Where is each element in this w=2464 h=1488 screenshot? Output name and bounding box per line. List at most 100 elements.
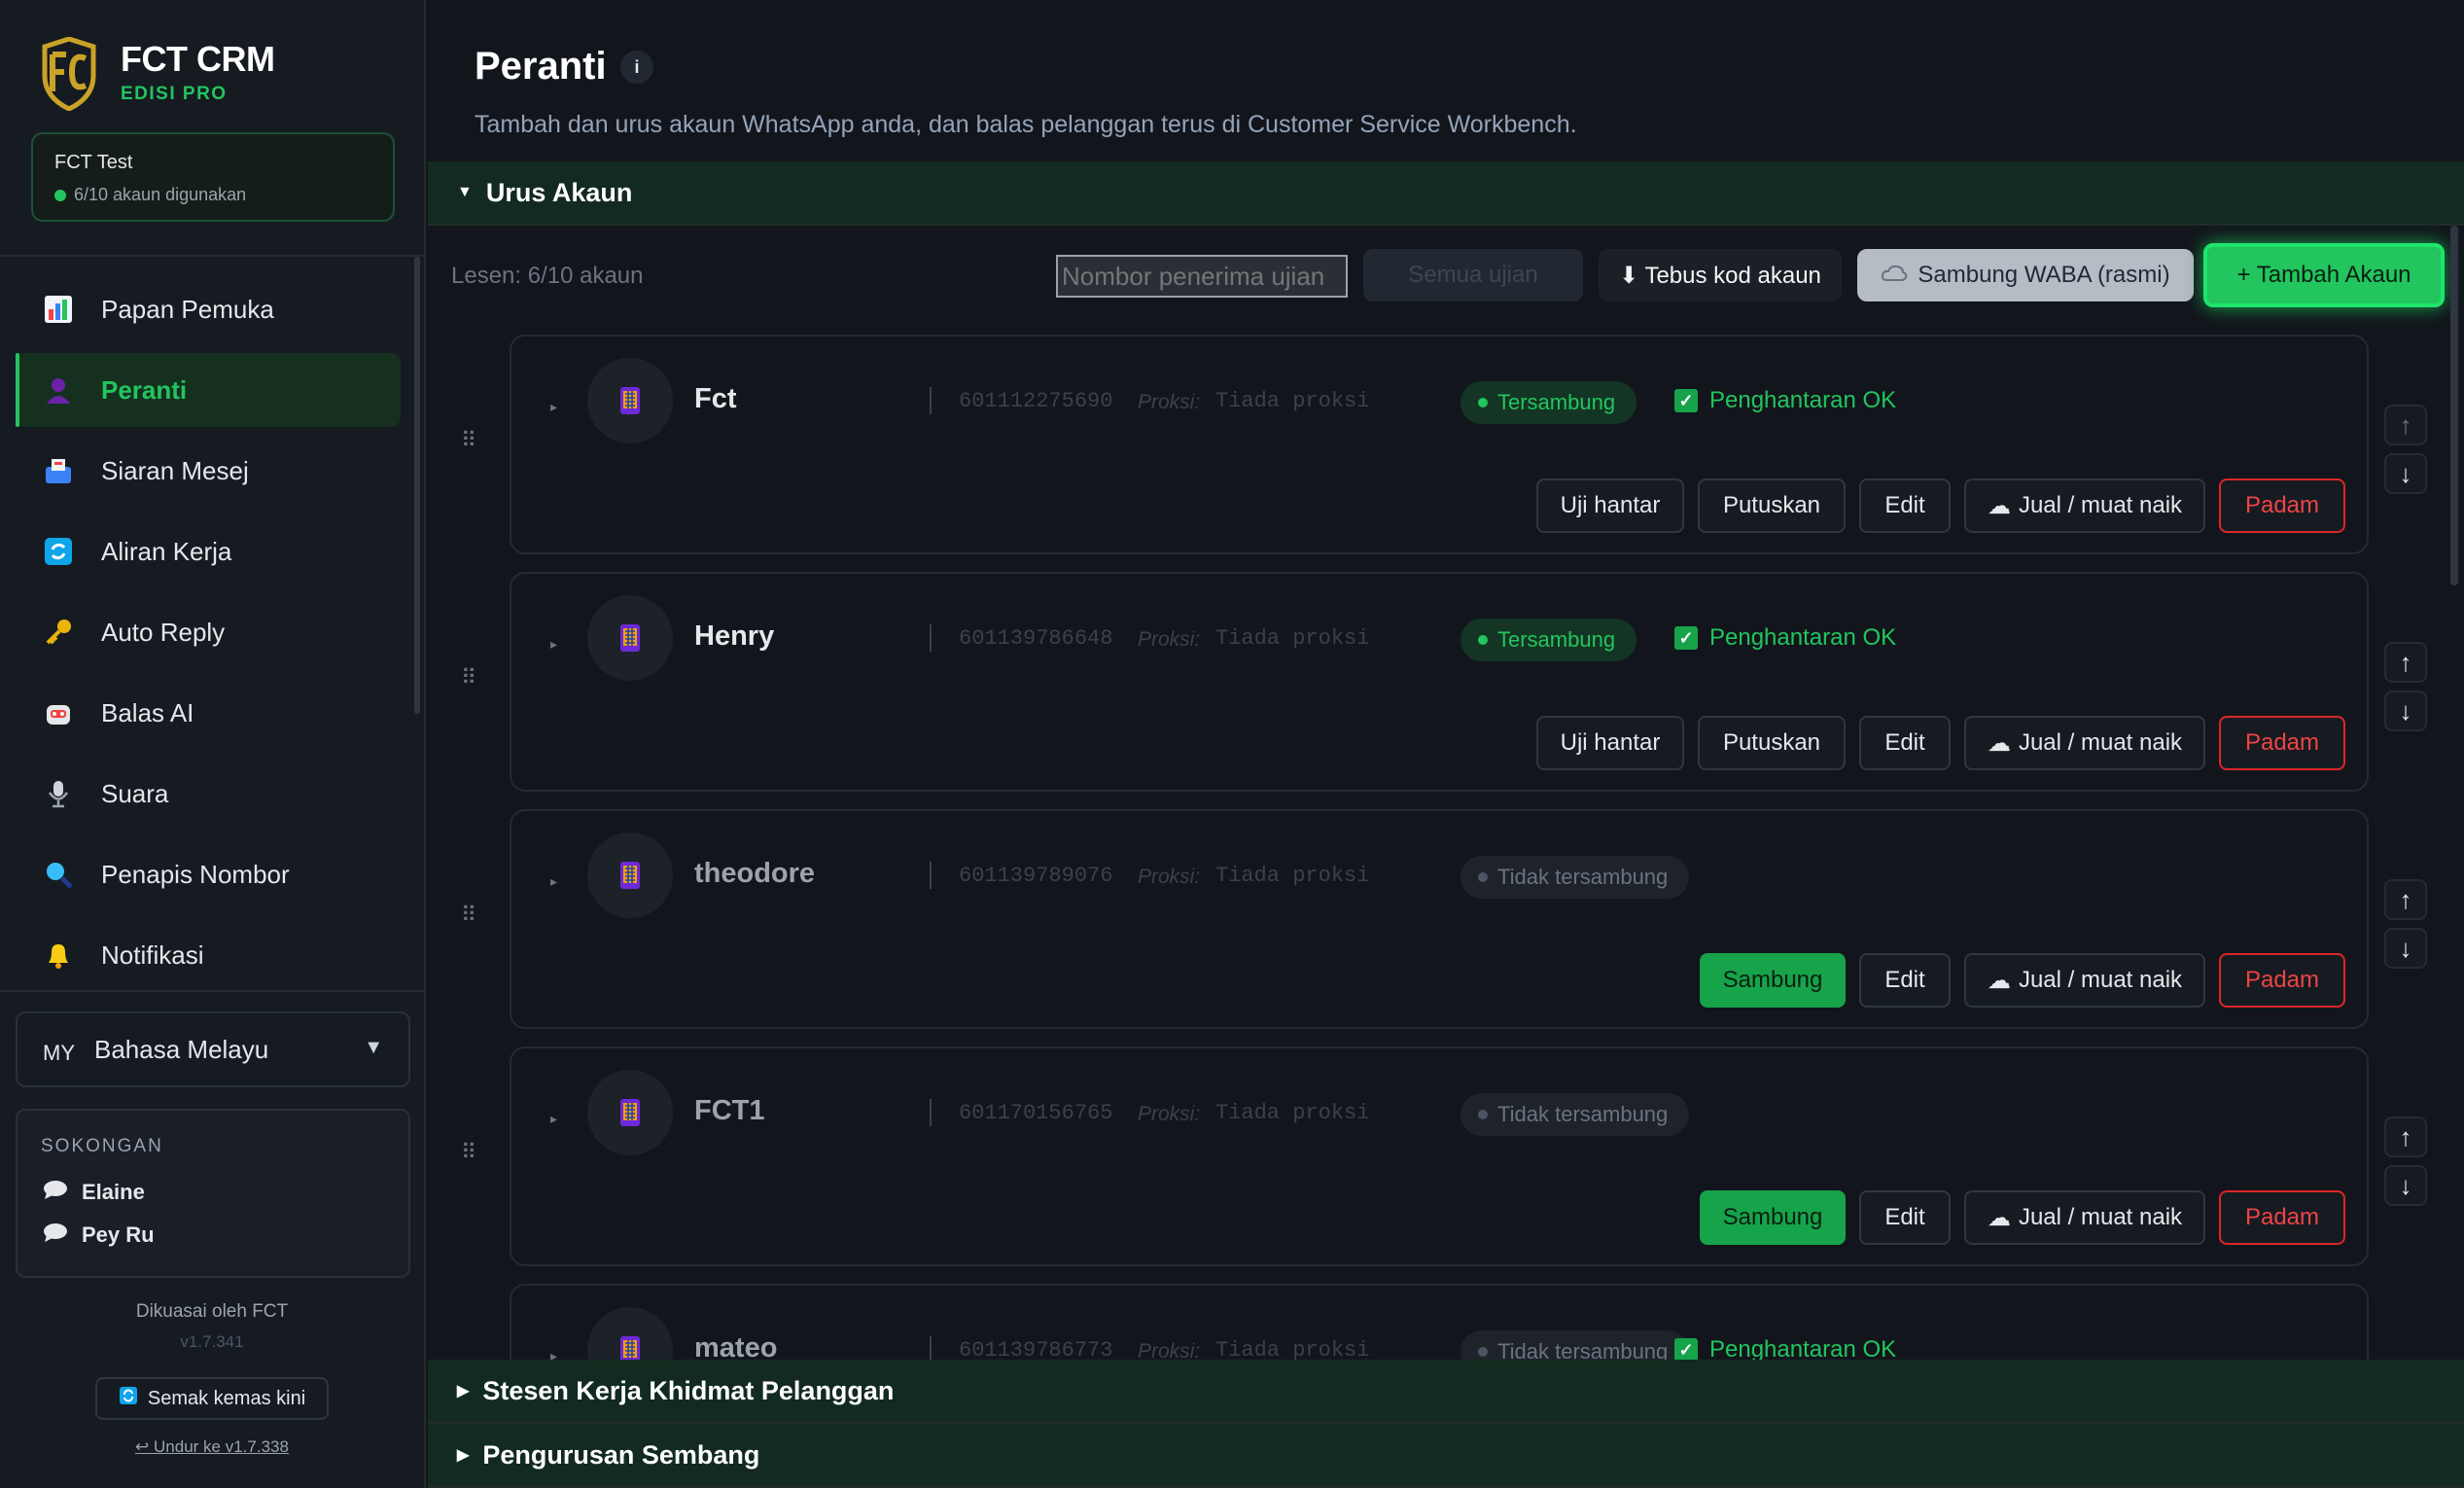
account-card: ▸ Henry 601139786648 Proksi: Tiada proks…	[510, 572, 2369, 792]
sidebar-item-balas-ai[interactable]: Balas AI	[16, 676, 401, 750]
support-contact-name: Pey Ru	[82, 1222, 155, 1247]
test-send-button[interactable]: Uji hantar	[1536, 716, 1684, 770]
chevron-down-icon: ▼	[364, 1037, 383, 1058]
sidebar-item-papan-pemuka[interactable]: Papan Pemuka	[16, 272, 401, 346]
move-up-icon[interactable]: ↑	[2384, 879, 2427, 920]
connect-button[interactable]: Sambung	[1700, 953, 1846, 1008]
move-down-icon[interactable]: ↓	[2384, 453, 2427, 494]
support-contact[interactable]: Elaine	[43, 1179, 145, 1206]
chart-icon	[41, 292, 76, 327]
reorder-controls: ↑ ↓	[2384, 879, 2427, 976]
sidebar-item-auto-reply[interactable]: Auto Reply	[16, 595, 401, 669]
section-manage-accounts[interactable]: ▼ Urus Akaun	[428, 161, 2464, 226]
workspace-usage: 6/10 akaun digunakan	[54, 185, 246, 205]
sidebar-item-notifikasi[interactable]: Notifikasi	[16, 918, 401, 992]
proxy-label: Proksi:	[1138, 866, 1201, 888]
sidebar-item-label: Auto Reply	[101, 617, 226, 647]
cloud-icon: ☁	[1987, 1204, 2011, 1231]
caret-right-icon[interactable]: ▸	[550, 399, 557, 415]
sidebar-item-suara[interactable]: Suara	[16, 757, 401, 831]
language-select[interactable]: MY Bahasa Melayu ▼	[16, 1011, 410, 1087]
workspace-card[interactable]: FCT Test 6/10 akaun digunakan	[31, 132, 395, 222]
move-down-icon[interactable]: ↓	[2384, 1165, 2427, 1206]
language-code: MY	[43, 1041, 75, 1065]
sell-upload-button[interactable]: ☁ Jual / muat naik	[1964, 953, 2205, 1008]
move-up-icon[interactable]: ↑	[2384, 642, 2427, 683]
main-scrollbar[interactable]	[2450, 226, 2458, 585]
redeem-code-button[interactable]: ⬇ Tebus kod akaun	[1599, 249, 1842, 301]
drag-handle-icon[interactable]: ⠿	[461, 904, 478, 939]
caret-right-icon[interactable]: ▸	[550, 873, 557, 890]
sidebar-item-label: Suara	[101, 778, 169, 808]
caret-right-icon[interactable]: ▸	[550, 1111, 557, 1127]
move-down-icon[interactable]: ↓	[2384, 691, 2427, 731]
test-send-button[interactable]: Uji hantar	[1536, 478, 1684, 533]
divider	[930, 624, 932, 652]
info-icon[interactable]: i	[620, 51, 653, 84]
test-all-button[interactable]: Semua ujian	[1363, 249, 1583, 301]
sell-upload-button[interactable]: ☁ Jual / muat naik	[1964, 478, 2205, 533]
powered-by: Dikuasai oleh FCT	[135, 1301, 289, 1322]
sidebar-item-aliran-kerja[interactable]: Aliran Kerja	[16, 514, 401, 588]
sidebar-item-siaran-mesej[interactable]: Siaran Mesej	[16, 434, 401, 508]
proxy-label: Proksi:	[1138, 1103, 1201, 1125]
sidebar-item-label: Peranti	[101, 374, 188, 405]
section-title: Stesen Kerja Khidmat Pelanggan	[482, 1375, 895, 1405]
move-down-icon[interactable]: ↓	[2384, 928, 2427, 969]
drag-handle-icon[interactable]: ⠿	[461, 1142, 478, 1177]
proxy-value: Tiada proksi	[1215, 389, 1370, 413]
sidebar-item-penapis-nombor[interactable]: Penapis Nombor	[16, 837, 401, 911]
test-recipient-input[interactable]	[1056, 255, 1348, 298]
connect-button[interactable]: Sambung	[1700, 1190, 1846, 1245]
edit-button[interactable]: Edit	[1859, 953, 1951, 1008]
inbox-icon	[41, 453, 76, 488]
sell-upload-button[interactable]: ☁ Jual / muat naik	[1964, 1190, 2205, 1245]
section-chat-admin[interactable]: ▶ Pengurusan Sembang	[428, 1424, 2464, 1488]
connect-waba-button[interactable]: Sambung WABA (rasmi)	[1857, 249, 2194, 301]
support-contact[interactable]: Pey Ru	[43, 1222, 155, 1249]
delete-button[interactable]: Padam	[2219, 716, 2345, 770]
delete-button[interactable]: Padam	[2219, 478, 2345, 533]
caret-right-icon: ▶	[457, 1383, 470, 1399]
sell-upload-label: Jual / muat naik	[2018, 1204, 2183, 1230]
cloud-icon	[1881, 262, 1908, 289]
edit-button[interactable]: Edit	[1859, 478, 1951, 533]
rollback-link[interactable]: ↩ Undur ke v1.7.338	[0, 1437, 424, 1457]
sidebar-item-label: Notifikasi	[101, 939, 204, 970]
move-up-icon[interactable]: ↑	[2384, 405, 2427, 445]
delete-button[interactable]: Padam	[2219, 1190, 2345, 1245]
page-title: Peranti	[475, 45, 607, 88]
edit-button[interactable]: Edit	[1859, 716, 1951, 770]
disconnect-button[interactable]: Putuskan	[1698, 478, 1846, 533]
sidebar-item-peranti[interactable]: Peranti	[16, 353, 401, 427]
account-number: 601139789076	[959, 864, 1113, 888]
add-account-button[interactable]: + Tambah Akaun	[2203, 243, 2445, 307]
account-number: 601170156765	[959, 1101, 1113, 1125]
delivery-status: ✓ Penghantaran OK	[1674, 387, 1896, 414]
fc-logo-icon	[42, 37, 96, 111]
sell-upload-label: Jual / muat naik	[2018, 729, 2183, 756]
disconnect-button[interactable]: Putuskan	[1698, 716, 1846, 770]
checkbox-checked-icon: ✓	[1674, 626, 1698, 650]
caret-right-icon[interactable]: ▸	[550, 636, 557, 653]
language-label: Bahasa Melayu	[94, 1034, 269, 1064]
delivery-status: ✓ Penghantaran OK	[1674, 624, 1896, 652]
move-up-icon[interactable]: ↑	[2384, 1116, 2427, 1157]
check-update-button[interactable]: Semak kemas kini	[95, 1377, 329, 1420]
drag-handle-icon[interactable]: ⠿	[461, 430, 478, 465]
sidebar-scrollbar[interactable]	[414, 257, 420, 714]
status-dot-icon	[1478, 1347, 1488, 1357]
section-workbench[interactable]: ▶ Stesen Kerja Khidmat Pelanggan	[428, 1360, 2464, 1424]
proxy-value: Tiada proksi	[1215, 1338, 1370, 1362]
reorder-controls: ↑ ↓	[2384, 642, 2427, 739]
cloud-icon: ☁	[1987, 492, 2011, 519]
divider	[930, 862, 932, 889]
drag-handle-icon[interactable]: ⠿	[461, 667, 478, 702]
account-number: 601139786773	[959, 1338, 1113, 1362]
status-badge: Tersambung	[1461, 381, 1637, 424]
edit-button[interactable]: Edit	[1859, 1190, 1951, 1245]
sell-upload-button[interactable]: ☁ Jual / muat naik	[1964, 716, 2205, 770]
delete-button[interactable]: Padam	[2219, 953, 2345, 1008]
account-name: Henry	[694, 620, 775, 652]
sidebar-nav: Papan Pemuka Peranti Siaran Mesej Aliran…	[16, 272, 401, 999]
